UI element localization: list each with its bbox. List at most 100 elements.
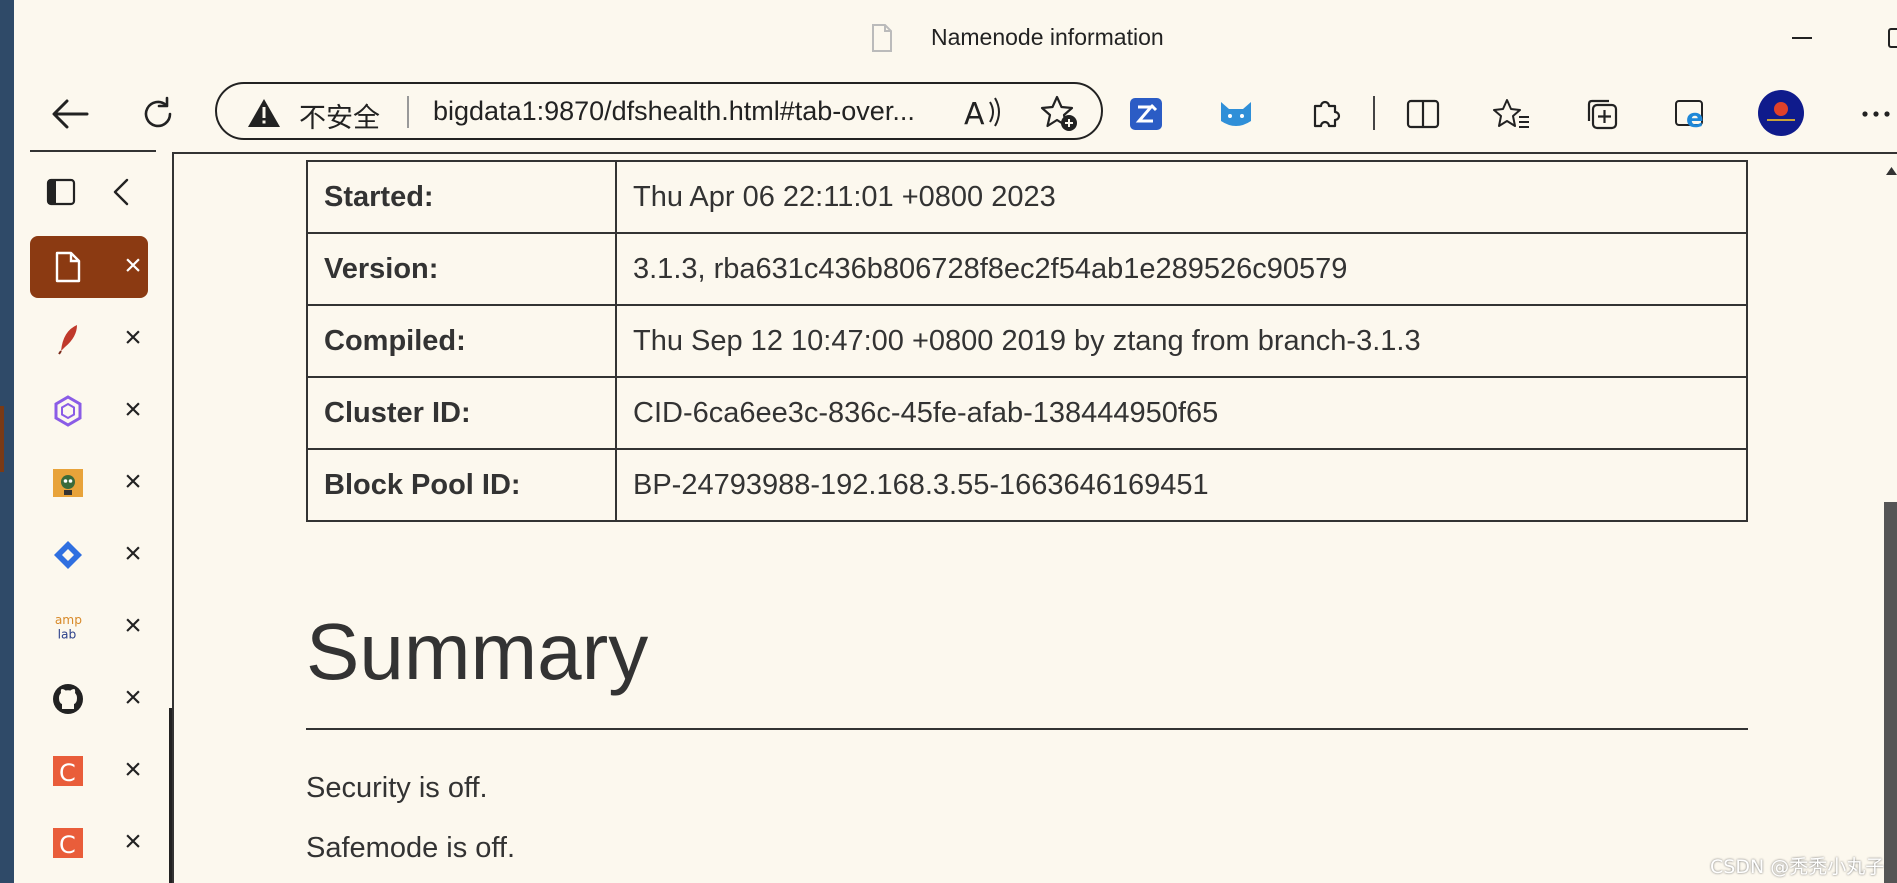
amplab-icon: amp lab (52, 611, 84, 643)
add-favorite-icon[interactable] (1039, 94, 1079, 132)
close-tab-icon[interactable]: × (118, 682, 148, 714)
favorites-button[interactable] (1490, 92, 1534, 136)
row-value: Thu Apr 06 22:11:01 +0800 2023 (615, 160, 1748, 234)
svg-text:C: C (59, 831, 76, 859)
summary-divider (306, 728, 1748, 730)
close-tab-icon[interactable]: × (118, 538, 148, 570)
vertical-tab-7[interactable]: × (30, 668, 148, 730)
vertical-tab-6[interactable]: amp lab × (30, 596, 148, 658)
address-bar[interactable]: 不安全 bigdata1:9870/dfshealth.html#tab-ove… (215, 82, 1103, 140)
tab-actions-icon[interactable] (46, 178, 76, 206)
cat-extension-icon (1221, 102, 1251, 126)
browser-window: Namenode information 不安全 bigdata1:9870/d… (0, 0, 1897, 883)
close-tab-icon[interactable]: × (118, 394, 148, 426)
vertical-tab-1[interactable]: × (30, 236, 148, 298)
vertical-tab-5[interactable]: × (30, 524, 148, 586)
row-key: Started: (306, 160, 617, 234)
minimize-icon[interactable] (1788, 24, 1816, 52)
document-icon (52, 251, 84, 283)
refresh-button[interactable] (134, 90, 182, 138)
row-key: Compiled: (306, 304, 617, 378)
vertical-tab-2[interactable]: × (30, 308, 148, 370)
row-key: Cluster ID: (306, 376, 617, 450)
close-tab-icon[interactable]: × (118, 754, 148, 786)
avatar (1758, 90, 1804, 136)
vertical-tab-4[interactable]: × (30, 452, 148, 514)
desktop-edge-accent (0, 406, 4, 472)
refresh-icon (144, 96, 172, 128)
close-tab-icon[interactable]: × (118, 250, 148, 282)
window-title: Namenode information (931, 24, 1164, 50)
split-screen-button[interactable] (1401, 92, 1445, 136)
github-icon (52, 683, 84, 715)
row-value: CID-6ca6ee3c-836c-45fe-afab-138444950f65 (615, 376, 1748, 450)
csdn-icon: C (52, 755, 84, 787)
row-value: Thu Sep 12 10:47:00 +0800 2019 by ztang … (615, 304, 1748, 378)
maximize-icon[interactable] (1886, 26, 1897, 50)
back-arrow-icon (52, 99, 89, 129)
svg-text:amp: amp (55, 613, 82, 627)
insecure-label[interactable]: 不安全 (299, 96, 380, 135)
address-divider (407, 96, 409, 128)
collapse-sidebar-icon[interactable] (112, 178, 130, 206)
extensions-button[interactable] (1304, 92, 1348, 136)
warning-icon[interactable] (247, 98, 281, 128)
sidebar-divider (30, 150, 156, 152)
collections-icon (1587, 99, 1618, 130)
close-tab-icon[interactable]: × (118, 826, 148, 858)
safemode-status: Safemode is off. (306, 832, 516, 864)
desktop-edge (0, 0, 14, 883)
scroll-up-icon[interactable] (1884, 164, 1897, 178)
watermark: CSDN @秃秃小丸子 (1710, 856, 1885, 878)
svg-text:lab: lab (58, 627, 77, 641)
table-row: Started: Thu Apr 06 22:11:01 +0800 2023 (306, 160, 1748, 234)
vertical-tab-8[interactable]: C × (30, 740, 148, 802)
row-value: 3.1.3, rba631c436b806728f8ec2f54ab1e2895… (615, 232, 1748, 306)
robot-icon (52, 467, 84, 499)
sidebar-header (14, 170, 172, 214)
back-button[interactable] (46, 90, 94, 138)
extension-button-1[interactable] (1124, 92, 1168, 136)
url-text[interactable]: bigdata1:9870/dfshealth.html#tab-over... (433, 96, 915, 127)
row-value: BP-24793988-192.168.3.55-1663646169451 (615, 448, 1748, 522)
diamond-icon (52, 539, 84, 571)
close-tab-icon[interactable]: × (118, 466, 148, 498)
security-status: Security is off. (306, 772, 488, 804)
row-key: Version: (306, 232, 617, 306)
favorites-list-icon (1493, 99, 1529, 128)
table-row: Compiled: Thu Sep 12 10:47:00 +0800 2019… (306, 304, 1748, 378)
hexagon-icon (52, 395, 84, 427)
row-key: Block Pool ID: (306, 448, 617, 522)
ie-mode-button[interactable]: e (1670, 92, 1714, 136)
extension-button-2[interactable] (1214, 92, 1258, 136)
navigation-bar: 不安全 bigdata1:9870/dfshealth.html#tab-ove… (14, 76, 1897, 152)
close-tab-icon[interactable]: × (118, 610, 148, 642)
page-content: Started: Thu Apr 06 22:11:01 +0800 2023 … (172, 152, 1897, 883)
profile-button[interactable] (1756, 88, 1806, 138)
table-row: Block Pool ID: BP-24793988-192.168.3.55-… (306, 448, 1748, 522)
vertical-tab-9[interactable]: C × (30, 812, 148, 874)
page-icon (872, 24, 892, 52)
table-row: Version: 3.1.3, rba631c436b806728f8ec2f5… (306, 232, 1748, 306)
toolbar-divider (1373, 96, 1375, 130)
summary-heading: Summary (306, 607, 649, 696)
csdn-icon: C (52, 827, 84, 859)
svg-text:C: C (59, 759, 76, 787)
vertical-tabs-sidebar: × × × × × amp lab × × C × C × (14, 150, 172, 883)
more-icon (1862, 111, 1890, 117)
read-aloud-icon[interactable]: A (962, 94, 1002, 130)
ie-mode-icon: e (1675, 100, 1704, 131)
page-scrollbar[interactable] (1884, 502, 1897, 883)
split-screen-icon (1406, 99, 1440, 129)
table-row: Cluster ID: CID-6ca6ee3c-836c-45fe-afab-… (306, 376, 1748, 450)
notes-extension-icon (1130, 98, 1162, 130)
close-tab-icon[interactable]: × (118, 322, 148, 354)
feather-icon (52, 323, 84, 355)
vertical-tab-3[interactable]: × (30, 380, 148, 442)
namenode-info-table: Started: Thu Apr 06 22:11:01 +0800 2023 … (306, 160, 1748, 522)
title-bar: Namenode information (14, 0, 1897, 76)
more-button[interactable] (1854, 92, 1897, 136)
collections-button[interactable] (1580, 92, 1624, 136)
svg-text:A: A (964, 97, 985, 130)
puzzle-icon (1313, 100, 1341, 128)
